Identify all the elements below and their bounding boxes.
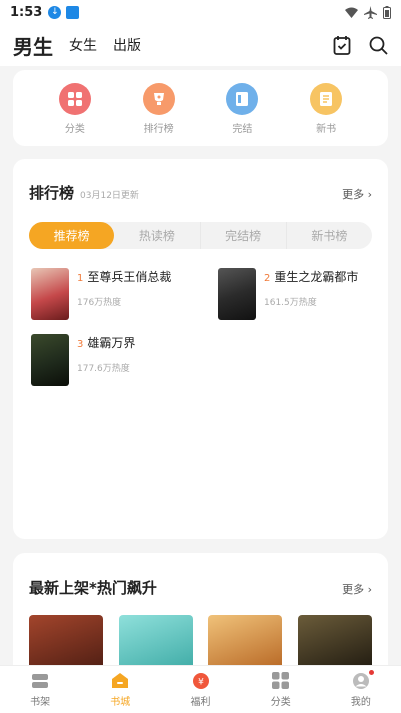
rank-number: 1 xyxy=(77,273,84,284)
status-bar: 1:53 ↓ xyxy=(0,0,401,24)
category-card: 分类 排行榜 完结 新书 xyxy=(13,70,388,146)
book-title: 雄霸万界 xyxy=(87,336,136,350)
svg-text:¥: ¥ xyxy=(198,677,204,687)
rank-number: 2 xyxy=(264,273,271,284)
tab-male[interactable]: 男生 xyxy=(13,31,53,60)
tab-female[interactable]: 女生 xyxy=(69,35,97,55)
airplane-icon xyxy=(364,5,377,19)
nav-label: 福利 xyxy=(190,696,211,708)
category-new[interactable]: 新书 xyxy=(296,83,356,146)
bottom-nav: 书架 书城 ¥ 福利 分类 我的 xyxy=(0,665,401,713)
grid-icon xyxy=(271,672,291,690)
book-cover xyxy=(218,268,256,320)
new-releases-title: 最新上架*热门飙升 xyxy=(29,579,157,597)
battery-icon xyxy=(383,5,391,19)
tab-hot-read[interactable]: 热读榜 xyxy=(114,222,201,249)
category-ranking[interactable]: 排行榜 xyxy=(129,83,189,146)
category-classify[interactable]: 分类 xyxy=(45,83,105,146)
book-finished-icon xyxy=(226,83,259,115)
book-title: 至尊兵王俏总裁 xyxy=(87,270,172,284)
category-label: 排行榜 xyxy=(143,124,174,135)
notification-dot xyxy=(368,669,374,675)
tab-finished[interactable]: 完结榜 xyxy=(201,222,287,249)
nav-bookstore[interactable]: 书城 xyxy=(80,666,160,713)
nav-label: 分类 xyxy=(270,696,291,708)
download-icon: ↓ xyxy=(48,5,62,19)
new-book-icon xyxy=(310,83,343,115)
category-finished[interactable]: 完结 xyxy=(212,83,272,146)
category-label: 完结 xyxy=(232,124,253,135)
nav-label: 我的 xyxy=(350,696,371,708)
new-releases-more-link[interactable]: 更多 › xyxy=(342,581,372,597)
nav-label: 书架 xyxy=(30,696,51,708)
book-cover xyxy=(31,334,69,386)
nav-profile[interactable]: 我的 xyxy=(321,666,401,713)
tab-recommend[interactable]: 推荐榜 xyxy=(29,222,115,249)
image-notification-icon xyxy=(66,5,80,19)
rank-number: 3 xyxy=(77,339,84,350)
nav-category[interactable]: 分类 xyxy=(241,666,321,713)
book-cover xyxy=(31,268,69,320)
book-heat: 177.6万热度 xyxy=(77,364,130,374)
ranking-tabs: 推荐榜 热读榜 完结榜 新书榜 xyxy=(29,222,372,249)
ranking-update-date: 03月12日更新 xyxy=(80,191,139,201)
bookshelf-icon xyxy=(30,672,50,690)
category-label: 分类 xyxy=(64,124,85,135)
ranking-more-link[interactable]: 更多 › xyxy=(342,186,372,202)
top-nav: 男生 女生 出版 xyxy=(0,24,401,66)
nav-welfare[interactable]: ¥ 福利 xyxy=(160,666,240,713)
wifi-icon xyxy=(345,7,358,18)
chevron-right-icon: › xyxy=(367,188,372,201)
search-icon[interactable] xyxy=(369,36,388,55)
nav-label: 书城 xyxy=(110,696,131,708)
book-title: 重生之龙霸都市 xyxy=(274,270,359,284)
user-icon xyxy=(351,669,374,690)
book-item[interactable]: 3 雄霸万界 177.6万热度 xyxy=(31,334,135,386)
tab-new-books[interactable]: 新书榜 xyxy=(287,222,372,249)
category-label: 新书 xyxy=(316,124,337,135)
grid-icon xyxy=(58,83,91,115)
trophy-icon xyxy=(142,83,175,115)
book-heat: 161.5万热度 xyxy=(264,298,317,308)
checkin-icon[interactable] xyxy=(333,35,351,55)
status-time: 1:53 xyxy=(10,4,43,20)
book-heat: 176万热度 xyxy=(77,298,122,308)
house-icon xyxy=(110,672,130,690)
book-item[interactable]: 1 至尊兵王俏总裁 176万热度 xyxy=(31,268,171,320)
chevron-right-icon: › xyxy=(367,583,372,596)
ranking-title: 排行榜 xyxy=(29,184,75,202)
book-item[interactable]: 2 重生之龙霸都市 161.5万热度 xyxy=(218,268,358,320)
ranking-card: 排行榜 03月12日更新 更多 › 推荐榜 热读榜 完结榜 新书榜 1 至尊兵王俏… xyxy=(13,159,388,539)
nav-bookshelf[interactable]: 书架 xyxy=(0,666,80,713)
tab-publish[interactable]: 出版 xyxy=(113,35,141,55)
gift-icon: ¥ xyxy=(191,672,211,690)
